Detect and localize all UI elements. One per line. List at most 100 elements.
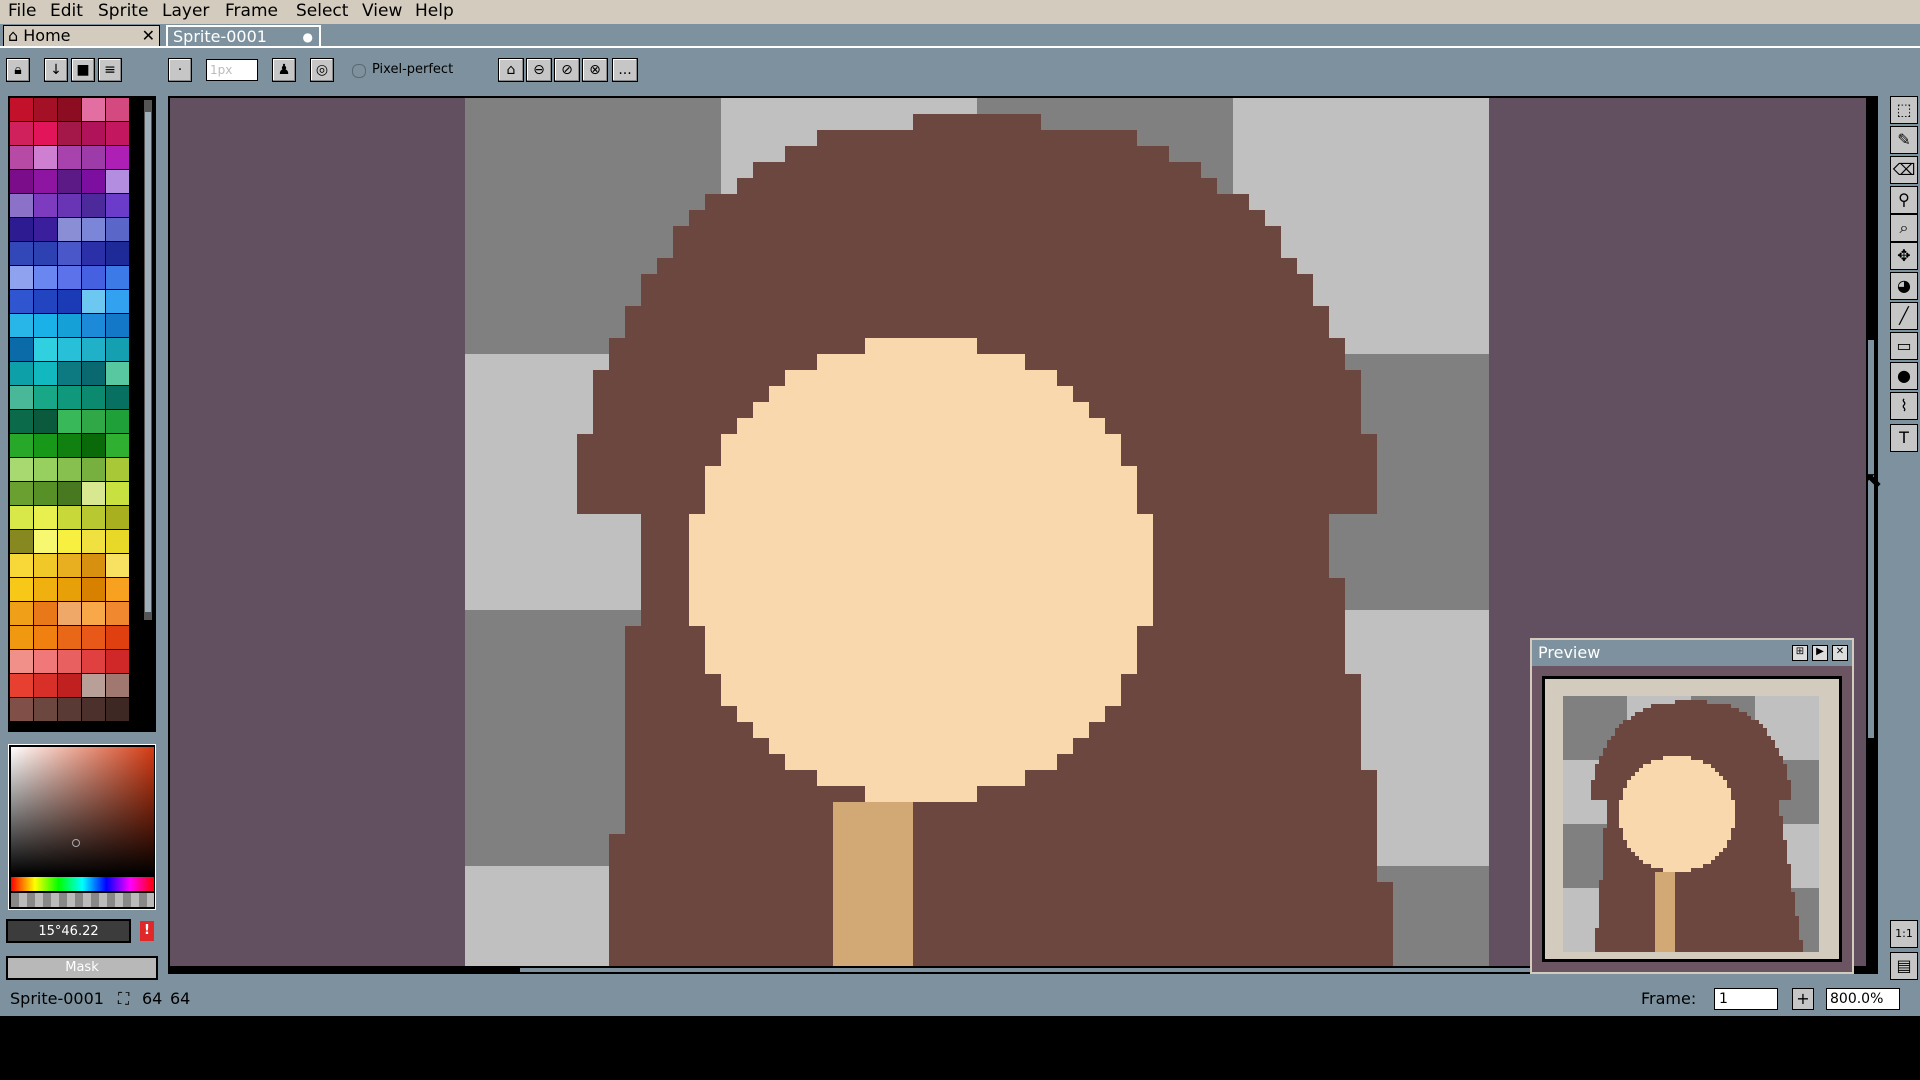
palette-swatch[interactable] [106,626,129,649]
line-icon[interactable]: ╱ [1890,302,1918,330]
lock-icon[interactable]: 🔒︎ [6,58,30,82]
palette-swatch[interactable] [34,218,57,241]
palette-swatch[interactable] [58,650,81,673]
palette-scroll-thumb[interactable] [145,112,151,612]
download-icon[interactable]: ↓ [44,58,68,82]
palette-swatch[interactable] [106,386,129,409]
palette-swatch[interactable] [34,338,57,361]
eyedropper-icon[interactable]: ⚲ [1890,186,1918,214]
palette-swatch[interactable] [34,434,57,457]
palette-swatch[interactable] [10,170,33,193]
palette-swatch[interactable] [82,266,105,289]
palette-swatch[interactable] [34,674,57,697]
menu-select[interactable]: Select [294,0,350,24]
palette-swatch[interactable] [34,482,57,505]
palette-swatch[interactable] [82,290,105,313]
brush-type-icon[interactable]: · [168,58,192,82]
palette-swatch[interactable] [10,674,33,697]
palette-swatch[interactable] [34,530,57,553]
palette-swatch[interactable] [10,554,33,577]
palette-swatch[interactable] [82,386,105,409]
tab-sprite[interactable]: Sprite-0001 ● [166,25,321,46]
palette-swatch[interactable] [58,170,81,193]
palette-swatch[interactable] [82,482,105,505]
palette-swatch[interactable] [58,266,81,289]
tab-home[interactable]: ⌂ Home ✕ [3,25,160,46]
palette-swatch[interactable] [106,410,129,433]
palette-swatch[interactable] [106,146,129,169]
palette-swatch[interactable] [106,218,129,241]
palette-swatch[interactable] [106,434,129,457]
symmetry-both-icon[interactable]: ⊗ [582,58,608,82]
palette-swatch[interactable] [10,530,33,553]
palette-swatch[interactable] [58,674,81,697]
palette-swatch[interactable] [10,362,33,385]
palette-swatch[interactable] [58,386,81,409]
palette-swatch[interactable] [106,650,129,673]
palette-swatch[interactable] [82,434,105,457]
more-options-button[interactable]: ... [612,58,638,82]
palette-swatch[interactable] [34,98,57,121]
menu-file[interactable]: File [6,0,38,24]
palette-swatch[interactable] [10,338,33,361]
palette-swatch[interactable] [58,242,81,265]
palette-swatch[interactable] [10,434,33,457]
modified-dot-icon[interactable]: ● [303,27,313,47]
pencil-icon[interactable]: ✎ [1890,126,1918,154]
palette-swatch[interactable] [106,554,129,577]
palette-swatch[interactable] [82,314,105,337]
frame-input[interactable]: 1 [1714,988,1778,1010]
fill-icon[interactable]: ◕ [1890,272,1918,300]
palette-swatch[interactable] [106,194,129,217]
palette-swatch[interactable] [58,362,81,385]
palette-swatch[interactable] [34,626,57,649]
palette-swatch[interactable] [58,458,81,481]
palette-swatch[interactable] [106,266,129,289]
eraser-icon[interactable]: ⌫ [1890,156,1918,184]
palette-swatch[interactable] [82,122,105,145]
timeline-icon[interactable]: ▤ [1890,952,1918,980]
pixel-perfect-checkbox[interactable] [352,64,366,78]
palette-swatch[interactable] [106,98,129,121]
palette-swatch[interactable] [58,698,81,721]
palette-swatch[interactable] [34,194,57,217]
palette-swatch[interactable] [106,122,129,145]
palette-swatch[interactable] [10,122,33,145]
preview-center-icon[interactable]: ⊞ [1792,645,1808,661]
palette-swatch[interactable] [10,146,33,169]
palette-swatch[interactable] [34,650,57,673]
palette-swatch[interactable] [82,602,105,625]
symmetry-none-icon[interactable]: ⌂ [498,58,524,82]
palette-swatch[interactable] [34,554,57,577]
stop-icon[interactable]: ■ [71,58,95,82]
palette-swatch[interactable] [82,146,105,169]
color-value-field[interactable]: 15°46.22 [6,919,131,943]
palette-swatch[interactable] [34,602,57,625]
close-icon[interactable]: ✕ [142,26,155,46]
palette-swatch[interactable] [34,170,57,193]
palette-swatch[interactable] [58,626,81,649]
move-icon[interactable]: ✥ [1890,242,1918,270]
preview-play-icon[interactable]: ▶ [1812,645,1828,661]
palette-swatch[interactable] [10,266,33,289]
menu-help[interactable]: Help [413,0,456,24]
marquee-icon[interactable]: ⬚ [1890,96,1918,124]
palette-swatch[interactable] [82,698,105,721]
palette-swatch[interactable] [34,314,57,337]
palette-swatch[interactable] [58,554,81,577]
palette-swatch[interactable] [106,290,129,313]
palette-swatch[interactable] [106,338,129,361]
palette-swatch[interactable] [82,362,105,385]
palette-swatch[interactable] [106,482,129,505]
palette-swatch[interactable] [58,146,81,169]
palette-swatch[interactable] [34,122,57,145]
sv-cursor[interactable] [72,839,80,847]
palette-swatch[interactable] [106,530,129,553]
palette-swatch[interactable] [106,674,129,697]
palette-swatch[interactable] [106,506,129,529]
mask-button[interactable]: Mask [6,956,158,980]
palette-swatch[interactable] [58,434,81,457]
palette-swatch[interactable] [106,242,129,265]
menu-sprite[interactable]: Sprite [96,0,150,24]
palette-swatch[interactable] [82,242,105,265]
